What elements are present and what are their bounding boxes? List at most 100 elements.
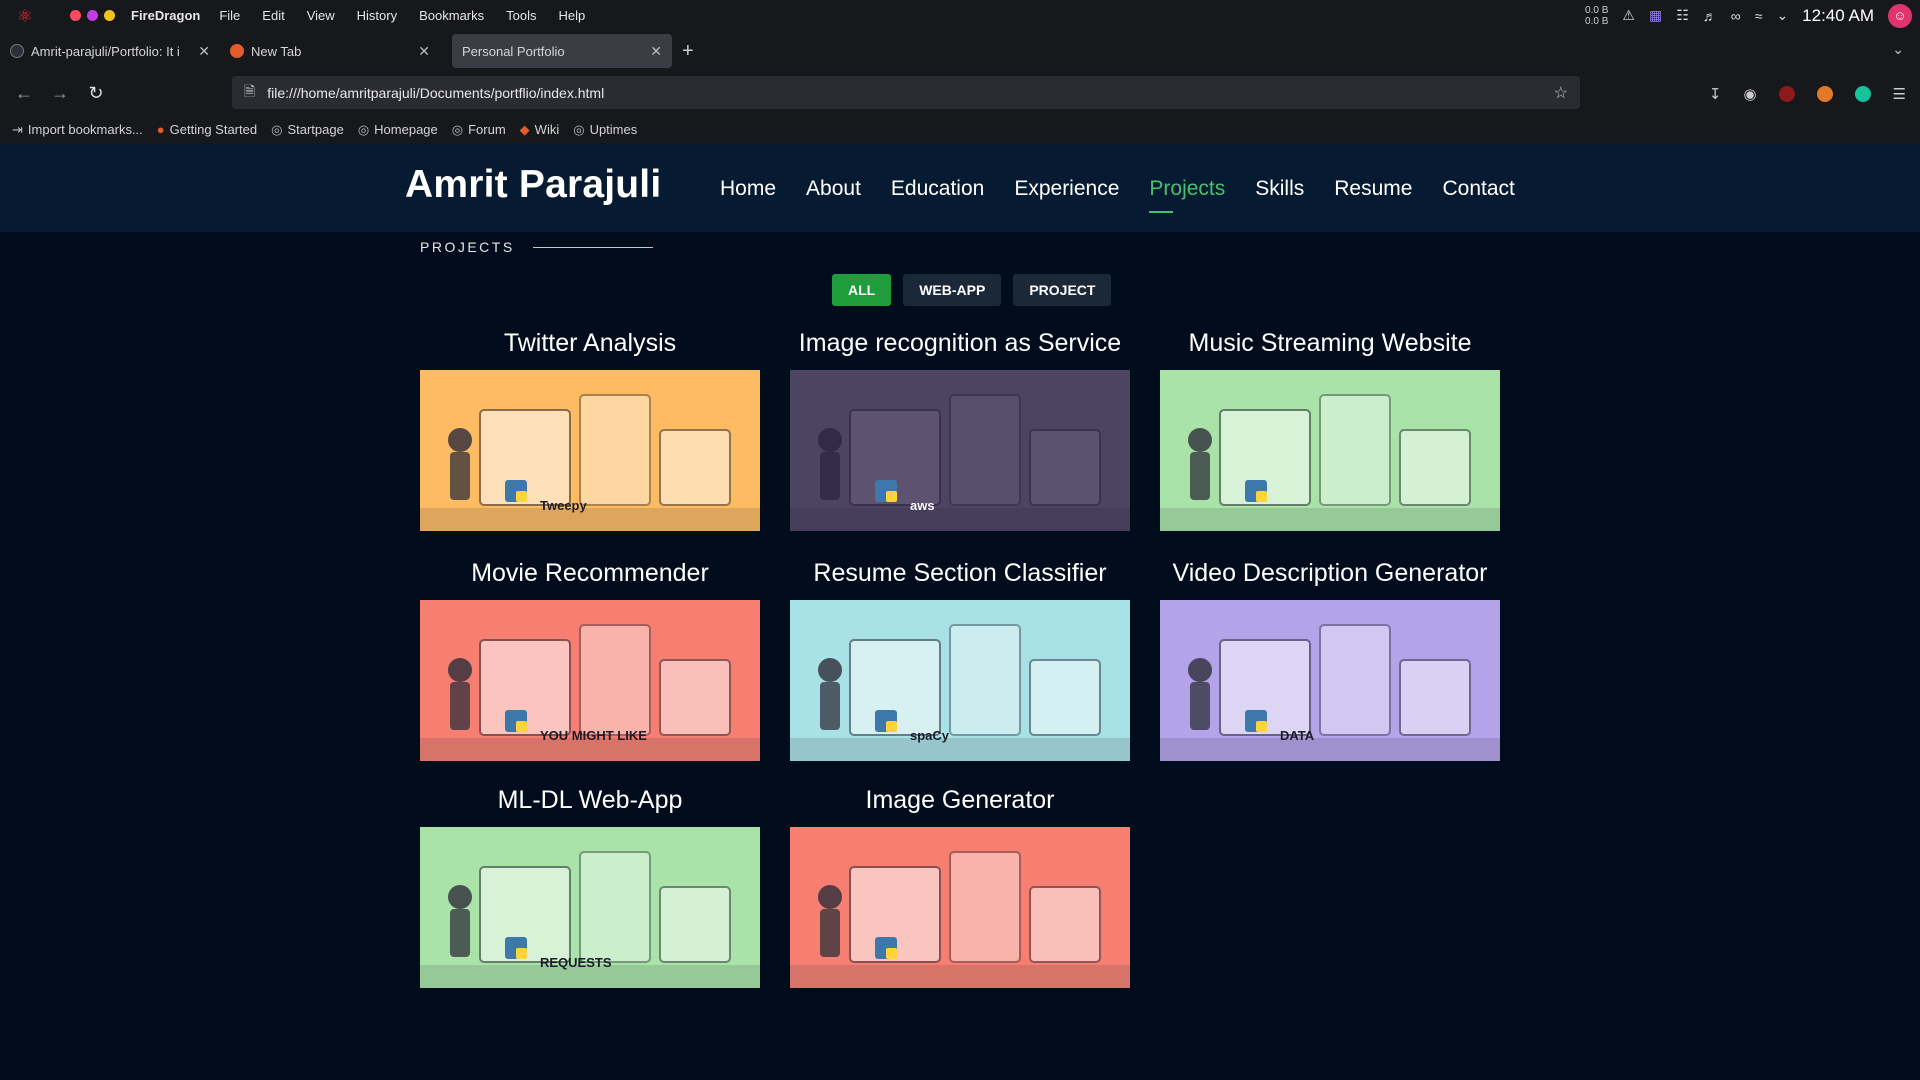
forward-arrow-icon[interactable]: → (42, 83, 78, 104)
close-tab-icon[interactable]: ✕ (418, 43, 430, 60)
bookmark-label: Getting Started (169, 122, 258, 137)
menu-help[interactable]: Help (559, 8, 586, 23)
close-window-button[interactable] (70, 10, 81, 21)
hamburger-menu-icon[interactable]: ☰ (1893, 85, 1906, 103)
menu-history[interactable]: History (357, 8, 397, 23)
project-card[interactable]: Video Description Generator DATA (1160, 559, 1500, 761)
project-illustration[interactable]: Tweepy (420, 370, 760, 531)
illustration-label: DATA (1280, 728, 1315, 743)
wifi-icon[interactable]: ≈ (1755, 8, 1763, 24)
new-tab-button[interactable]: + (682, 40, 694, 63)
clock[interactable]: 12:40 AM (1802, 6, 1874, 26)
bookmark-label: Forum (468, 122, 506, 137)
page-icon: 🗎 (244, 82, 256, 99)
close-tab-icon[interactable]: ✕ (198, 43, 210, 60)
bookmark-star-icon[interactable]: ☆ (1554, 83, 1568, 103)
bookmark-startpage[interactable]: ◎ Startpage (271, 122, 344, 138)
project-card[interactable]: Image Generator (790, 786, 1130, 988)
tab-portfolio[interactable]: Personal Portfolio ✕ (452, 34, 672, 68)
tab-title: Amrit-parajuli/Portfolio: It i (31, 43, 180, 59)
extension-icon[interactable] (1816, 85, 1833, 102)
project-card[interactable]: Music Streaming Website (1160, 329, 1500, 531)
list-tabs-icon[interactable]: ⌄ (1892, 41, 1904, 58)
globe-icon: ◎ (451, 121, 464, 137)
nav-home[interactable]: Home (720, 177, 776, 201)
grammarly-icon[interactable] (1854, 85, 1871, 102)
nav-about[interactable]: About (806, 177, 861, 201)
nav-skills[interactable]: Skills (1255, 177, 1304, 201)
project-card[interactable]: Resume Section Classifier spaCy (790, 559, 1130, 761)
bookmark-uptimes[interactable]: ◎ Uptimes (573, 122, 637, 138)
bookmark-getting-started[interactable]: ● Getting Started (157, 122, 257, 137)
illustration-svg (790, 370, 1130, 531)
bookmark-label: Homepage (374, 122, 438, 137)
url-text[interactable]: file:///home/amritparajuli/Documents/por… (267, 85, 604, 101)
illustration-svg (790, 600, 1130, 761)
project-title: Resume Section Classifier (813, 559, 1107, 587)
nav-experience[interactable]: Experience (1014, 177, 1119, 201)
menu-edit[interactable]: Edit (262, 8, 284, 23)
menu-tools[interactable]: Tools (506, 8, 536, 23)
project-card[interactable]: Movie Recommender YOU MIGHT LIKE (420, 559, 760, 761)
address-bar[interactable]: 🗎 file:///home/amritparajuli/Documents/p… (232, 76, 1580, 109)
maximize-window-button[interactable] (104, 10, 115, 21)
nav-education[interactable]: Education (891, 177, 984, 201)
filter-webapp-button[interactable]: WEB-APP (903, 274, 1002, 306)
bookmark-homepage[interactable]: ◎ Homepage (358, 122, 438, 138)
chevron-down-icon[interactable]: ⌄ (1776, 7, 1788, 24)
incognito-icon[interactable]: ◉ (1743, 85, 1756, 103)
site-brand[interactable]: Amrit Parajuli (405, 163, 661, 207)
reload-icon[interactable]: ↻ (78, 83, 114, 104)
menu-file[interactable]: File (219, 8, 240, 23)
illustration-label: REQUESTS (540, 955, 612, 970)
tab-bar: Amrit-parajuli/Portfolio: It i ✕ New Tab… (0, 31, 1920, 71)
activity-icon[interactable]: ▦ (1649, 7, 1662, 24)
volume-icon[interactable]: ♬ (1703, 8, 1717, 24)
illustration-svg (1160, 370, 1500, 531)
filter-project-button[interactable]: PROJECT (1013, 274, 1112, 306)
project-illustration[interactable]: REQUESTS (420, 827, 760, 988)
project-card[interactable]: ML-DL Web-App REQUESTS (420, 786, 760, 988)
project-title: Twitter Analysis (503, 329, 677, 357)
site-header: Amrit Parajuli Home About Education Expe… (0, 143, 1920, 232)
menu-view[interactable]: View (307, 8, 335, 23)
notification-icon[interactable]: ⚠ (1622, 7, 1635, 24)
bookmark-wiki[interactable]: ◆ Wiki (520, 122, 560, 138)
project-illustration[interactable]: DATA (1160, 600, 1500, 761)
download-icon[interactable]: ↧ (1709, 85, 1722, 103)
globe-icon: ◎ (573, 121, 585, 137)
project-illustration[interactable] (1160, 370, 1500, 531)
clipboard-icon[interactable]: ☷ (1676, 7, 1689, 24)
project-card[interactable]: Twitter Analysis Tweepy (420, 329, 760, 531)
filter-all-button[interactable]: ALL (832, 274, 892, 306)
tab-github[interactable]: Amrit-parajuli/Portfolio: It i ✕ (0, 34, 220, 68)
net-speed: 0.0 B 0.0 B (1585, 5, 1608, 27)
project-illustration[interactable]: aws (790, 370, 1130, 531)
project-title: Music Streaming Website (1188, 329, 1472, 357)
nav-contact[interactable]: Contact (1442, 177, 1514, 201)
project-illustration[interactable] (790, 827, 1130, 988)
tab-new[interactable]: New Tab ✕ (220, 34, 440, 68)
minimize-window-button[interactable] (87, 10, 98, 21)
project-filters: ALL WEB-APP PROJECT (832, 274, 1112, 306)
project-illustration[interactable]: spaCy (790, 600, 1130, 761)
firefox-icon: ● (156, 122, 165, 137)
bluetooth-icon[interactable]: ∞ (1731, 8, 1741, 24)
firedragon-icon (230, 44, 244, 58)
bookmark-forum[interactable]: ◎ Forum (452, 122, 506, 138)
back-arrow-icon[interactable]: ← (6, 83, 42, 104)
ublock-icon[interactable] (1778, 85, 1795, 102)
bookmark-import[interactable]: ⇥ Import bookmarks... (12, 122, 143, 138)
project-illustration[interactable]: YOU MIGHT LIKE (420, 600, 760, 761)
firedragon-logo-icon[interactable]: ⚛ (14, 5, 36, 27)
project-card[interactable]: Image recognition as Service aws (790, 329, 1130, 531)
nav-resume[interactable]: Resume (1334, 177, 1412, 201)
section-title: PROJECTS (420, 239, 653, 255)
close-tab-icon[interactable]: ✕ (650, 43, 662, 60)
project-title: Image recognition as Service (798, 329, 1122, 357)
user-avatar-icon[interactable]: ☺ (1888, 3, 1912, 28)
import-icon: ⇥ (12, 121, 23, 137)
menu-bookmarks[interactable]: Bookmarks (419, 8, 484, 23)
bookmarks-bar: ⇥ Import bookmarks... ● Getting Started ◎ S… (0, 116, 1920, 143)
nav-projects[interactable]: Projects (1149, 177, 1225, 213)
